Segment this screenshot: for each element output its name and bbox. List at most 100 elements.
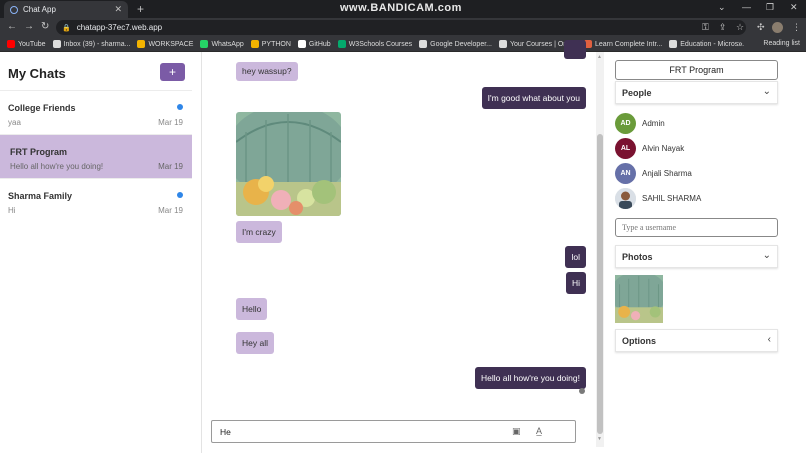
chat-name: College Friends [8, 103, 76, 113]
menu-icon[interactable]: ⋮ [792, 22, 801, 33]
avatar [615, 188, 636, 209]
lock-icon: 🔒 [62, 24, 71, 32]
chevron-left-icon: ‹ [767, 334, 771, 345]
more-bookmarks-icon[interactable]: » [738, 39, 742, 48]
sidebar-header: My Chats + [0, 52, 192, 90]
message-input[interactable] [220, 425, 500, 439]
bookmark-item[interactable]: GitHub [297, 40, 331, 48]
message-image[interactable] [236, 112, 341, 216]
photo-thumbnail[interactable] [615, 275, 663, 323]
close-window-icon[interactable]: ✕ [790, 2, 798, 13]
url-field[interactable]: 🔒 chatapp-37ec7.web.app [56, 20, 746, 35]
reading-list-button[interactable]: Reading list [763, 40, 800, 47]
bookmark-label: Inbox (39) - sharma... [63, 40, 131, 48]
chat-preview: yaa [8, 118, 21, 127]
bookmark-icon [669, 40, 678, 48]
bookmark-icon [7, 40, 15, 48]
chat-preview: Hello all how're you doing! [10, 162, 104, 171]
bookmarks-bar: YouTube Inbox (39) - sharma... WORKSPACE Wh… [0, 37, 806, 52]
people-section-header[interactable]: People ⌄ [615, 81, 778, 104]
message-bubble-outgoing: Hello all how're you doing! [475, 367, 586, 389]
key-icon[interactable]: ⚿ [702, 22, 709, 33]
member-alvin-nayak[interactable]: AL Alvin Nayak [615, 138, 778, 160]
bookmark-item[interactable]: YouTube [7, 40, 46, 48]
bookmark-icon [297, 40, 306, 48]
message-bubble-incoming: Hello [236, 298, 268, 320]
profile-avatar[interactable] [772, 22, 783, 33]
recorder-watermark: www.BANDICAM.com [340, 2, 462, 14]
profile-photo [615, 188, 636, 209]
chat-preview: Hi [8, 206, 16, 215]
message-scrollbar[interactable]: ▲ ▼ [596, 52, 604, 447]
member-admin[interactable]: AD Admin [615, 113, 778, 135]
bookmark-item[interactable]: Inbox (39) - sharma... [52, 40, 131, 48]
message-bubble-outgoing [564, 40, 586, 59]
bookmark-item[interactable]: Google Developer... [419, 40, 492, 48]
options-section-header[interactable]: Options ‹ [615, 329, 778, 352]
maximize-icon[interactable]: ❐ [766, 2, 774, 13]
new-tab-button[interactable]: + [137, 2, 144, 16]
forward-icon[interactable]: → [24, 21, 34, 32]
chat-name: FRT Program [10, 147, 68, 157]
new-group-chat-button[interactable]: + [160, 63, 185, 81]
chat-list: College Friends yaa Mar 19 FRT Program H… [0, 90, 192, 222]
member-name: Admin [642, 119, 665, 128]
extensions-icon[interactable]: ✣ [757, 22, 765, 33]
bookmark-item[interactable]: Learn Complete Intr... [583, 40, 663, 48]
bookmark-label: Learn Complete Intr... [594, 40, 663, 48]
scrollbar-thumb[interactable] [597, 134, 603, 434]
unread-indicator [177, 192, 183, 198]
options-label: Options [622, 336, 656, 346]
chat-name: Sharma Family [8, 191, 73, 201]
member-anjali-sharma[interactable]: AN Anjali Sharma [615, 163, 778, 185]
unread-indicator [177, 104, 183, 110]
minimize-icon[interactable]: — [742, 2, 751, 12]
bookmark-item[interactable]: WhatsApp [200, 40, 244, 48]
add-username-input[interactable] [615, 218, 778, 237]
bookmark-item[interactable]: PYTHON [250, 40, 291, 48]
bookmark-icon [419, 40, 428, 48]
chat-date: Mar 19 [158, 162, 183, 171]
message-bubble-incoming: hey wassup? [236, 62, 298, 81]
group-details-panel: FRT Program People ⌄ AD Admin AL Alvin N… [608, 52, 806, 453]
reload-icon[interactable]: ↻ [41, 21, 49, 32]
bookmark-label: GitHub [308, 40, 331, 48]
message-composer: ▣ A̲ [211, 420, 576, 443]
chevron-down-icon: ⌄ [762, 86, 771, 97]
bookmark-icon [250, 40, 259, 48]
bookmark-item[interactable]: Education - Micros... [669, 40, 744, 48]
member-name: SAHIL SHARMA [642, 194, 702, 203]
back-icon[interactable]: ← [7, 21, 17, 32]
photos-section-header[interactable]: Photos ⌄ [615, 245, 778, 268]
bookmark-icon [337, 40, 346, 48]
shared-photo [236, 112, 341, 216]
bookmark-icon [499, 40, 507, 48]
member-sahil-sharma[interactable]: SAHIL SHARMA [615, 188, 778, 210]
browser-tab[interactable]: Chat App ✕ [4, 1, 128, 18]
message-bubble-incoming: Hey all [236, 332, 274, 354]
bookmark-label: Google Developer... [430, 40, 492, 48]
scroll-down-icon[interactable]: ▼ [597, 436, 602, 442]
share-icon[interactable]: ⇪ [719, 22, 727, 33]
message-bubble-outgoing: I'm good what about you [481, 87, 586, 109]
member-name: Anjali Sharma [642, 169, 692, 178]
group-name: FRT Program [615, 60, 778, 80]
bookmark-item[interactable]: W3Schools Courses [337, 40, 412, 48]
chat-item-sharma-family[interactable]: Sharma Family Hi Mar 19 [0, 178, 192, 222]
chat-item-college-friends[interactable]: College Friends yaa Mar 19 [0, 90, 192, 134]
message-bubble-incoming: I'm crazy [236, 221, 282, 243]
chevron-down-icon[interactable]: ⌄ [718, 2, 726, 13]
chat-app: My Chats + College Friends yaa Mar 19 FR… [0, 40, 806, 453]
avatar: AN [615, 163, 636, 184]
close-tab-icon[interactable]: ✕ [114, 4, 122, 15]
star-icon[interactable]: ☆ [736, 22, 744, 33]
scroll-up-icon[interactable]: ▲ [597, 54, 602, 60]
member-name: Alvin Nayak [642, 144, 685, 153]
text-format-icon[interactable]: A̲ [536, 426, 542, 436]
chat-item-frt-program[interactable]: FRT Program Hello all how're you doing! … [0, 134, 192, 178]
bookmark-label: WhatsApp [211, 40, 244, 48]
bookmark-item[interactable]: WORKSPACE [137, 40, 193, 48]
bookmark-label: WORKSPACE [148, 40, 194, 48]
people-label: People [622, 88, 652, 98]
image-icon[interactable]: ▣ [512, 426, 521, 437]
